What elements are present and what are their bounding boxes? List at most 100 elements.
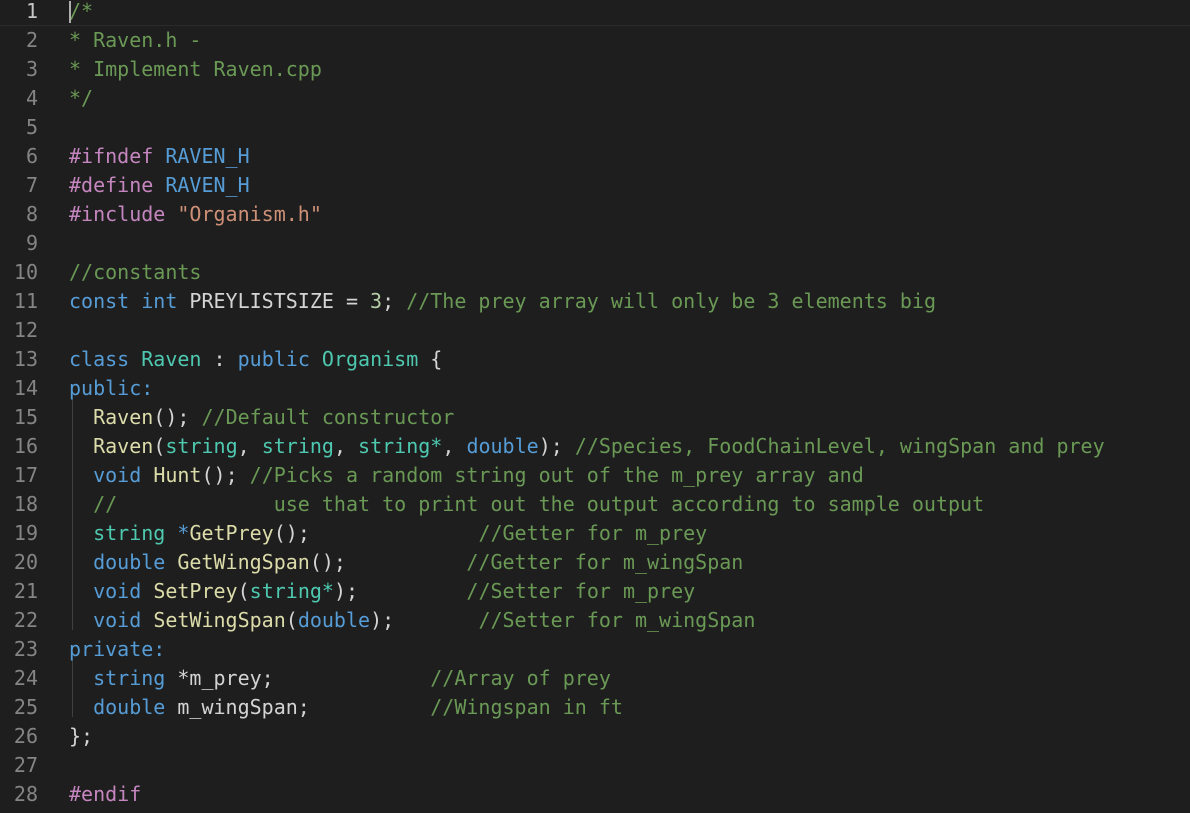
- line-number: 7: [25, 173, 38, 197]
- code-token-macro: RAVEN_H: [165, 144, 250, 168]
- code-line[interactable]: 14 public:: [0, 374, 1190, 403]
- code-token-comment: //Setter for m_wingSpan: [478, 608, 756, 632]
- line-number: 5: [25, 115, 38, 139]
- code-token-plain: PREYLISTSIZE =: [177, 289, 371, 313]
- code-text: /*: [69, 0, 93, 26]
- code-token-comment: */: [69, 86, 94, 110]
- code-token-number: 3: [370, 289, 383, 313]
- code-token-plain: *m_prey;: [165, 666, 431, 690]
- code-line[interactable]: 21 void SetPrey(string*); //Setter for m…: [0, 577, 1190, 606]
- code-text: Raven(); //Default constructor: [69, 403, 454, 432]
- code-line[interactable]: 9: [0, 229, 1190, 258]
- code-text: const int PREYLISTSIZE = 3; //The prey a…: [69, 287, 936, 316]
- line-number: 23: [13, 637, 38, 661]
- code-line[interactable]: 11 const int PREYLISTSIZE = 3; //The prey…: [0, 287, 1190, 316]
- code-token-plain: ();: [273, 521, 479, 545]
- text-cursor: [69, 1, 71, 23]
- code-token-plain: );: [333, 579, 467, 603]
- code-text: // use that to print out the output acco…: [69, 490, 984, 519]
- code-token-comment: //The prey array will only be 3 elements…: [406, 289, 936, 313]
- code-line[interactable]: 2 * Raven.h -: [0, 26, 1190, 55]
- code-line[interactable]: 12: [0, 316, 1190, 345]
- code-token-comment: //constants: [69, 260, 202, 284]
- code-text: string *GetPrey(); //Getter for m_prey: [69, 519, 707, 548]
- code-token-plain: );: [370, 608, 479, 632]
- line-number: 12: [13, 318, 38, 342]
- code-token-keyword: void: [93, 579, 142, 603]
- line-number: 26: [13, 724, 38, 748]
- code-text: void Hunt(); //Picks a random string out…: [69, 461, 864, 490]
- code-token-plain: ();: [153, 405, 202, 429]
- code-line[interactable]: 4 */: [0, 84, 1190, 113]
- code-line[interactable]: 25 double m_wingSpan; //Wingspan in ft: [0, 693, 1190, 722]
- code-editor[interactable]: 1/* 2 * Raven.h -3 * Implement Raven.cpp 4 */…: [0, 0, 1190, 813]
- code-token-keyword: double: [466, 434, 539, 458]
- line-number: 27: [13, 753, 38, 777]
- code-token-comment: //Setter for m_prey: [466, 579, 696, 603]
- code-line[interactable]: 26};: [0, 722, 1190, 751]
- code-token-comment: // use that to print out the output acco…: [93, 492, 985, 516]
- line-number: 13: [13, 347, 38, 371]
- code-text: //constants: [69, 258, 201, 287]
- code-line[interactable]: 16 Raven(string, string, string*, double…: [0, 432, 1190, 461]
- code-token-keyword: string: [93, 666, 166, 690]
- code-line[interactable]: 27: [0, 751, 1190, 780]
- code-line[interactable]: 22 void SetWingSpan(double); //Setter fo…: [0, 606, 1190, 635]
- line-number: 28: [13, 782, 38, 806]
- code-line[interactable]: 8 #include "Organism.h": [0, 200, 1190, 229]
- code-token-plain: {: [418, 347, 443, 371]
- code-line[interactable]: 15 Raven(); //Default constructor: [0, 403, 1190, 432]
- code-line[interactable]: 13 class Raven : public Organism {: [0, 345, 1190, 374]
- code-line[interactable]: 7 #define RAVEN_H: [0, 171, 1190, 200]
- code-token-preproc: #endif: [69, 782, 142, 806]
- line-number: 24: [13, 666, 38, 690]
- code-line[interactable]: 18 // use that to print out the output a…: [0, 490, 1190, 519]
- code-token-plain: :: [201, 347, 238, 371]
- code-token-func: Raven: [93, 405, 154, 429]
- code-token-keyword: class: [69, 347, 130, 371]
- code-line[interactable]: 28 #endif: [0, 780, 1190, 809]
- code-text: void SetPrey(string*); //Setter for m_pr…: [69, 577, 695, 606]
- line-number: 10: [13, 260, 38, 284]
- code-line[interactable]: 3 * Implement Raven.cpp: [0, 55, 1190, 84]
- code-line[interactable]: 20 double GetWingSpan(); //Getter for m_…: [0, 548, 1190, 577]
- code-line[interactable]: 23 private:: [0, 635, 1190, 664]
- code-token-preproc: #include: [69, 202, 166, 226]
- code-token-plain: ;: [382, 289, 407, 313]
- line-number: 2: [25, 28, 38, 52]
- code-line[interactable]: 29: [0, 809, 1190, 813]
- code-token-func: GetPrey: [189, 521, 274, 545]
- code-line[interactable]: 10 //constants: [0, 258, 1190, 287]
- code-token-type: string: [93, 521, 166, 545]
- code-token-keyword: *: [165, 521, 190, 545]
- code-line[interactable]: 5: [0, 113, 1190, 142]
- code-text: };: [69, 722, 93, 751]
- code-line[interactable]: 6 #ifndef RAVEN_H: [0, 142, 1190, 171]
- code-line[interactable]: 17 void Hunt(); //Picks a random string …: [0, 461, 1190, 490]
- code-text: Raven(string, string, string*, double); …: [69, 432, 1105, 461]
- line-number: 4: [25, 86, 38, 110]
- code-text: * Implement Raven.cpp: [69, 55, 322, 84]
- code-token-comment: //Picks a random string out of the m_pre…: [249, 463, 864, 487]
- code-token-func: Hunt: [153, 463, 202, 487]
- code-line[interactable]: 1 /*: [0, 0, 1190, 26]
- code-text: private:: [69, 635, 165, 664]
- code-token-plain: ,: [237, 434, 262, 458]
- code-token-keyword: double: [93, 695, 166, 719]
- code-token-keyword: private:: [69, 637, 166, 661]
- line-number: 15: [13, 405, 38, 429]
- line-number: 22: [13, 608, 38, 632]
- code-token-string: "Organism.h": [177, 202, 322, 226]
- code-line[interactable]: 24 string *m_prey; //Array of prey: [0, 664, 1190, 693]
- code-text: * Raven.h -: [69, 26, 201, 55]
- code-token-type: string*: [358, 434, 443, 458]
- code-text: class Raven : public Organism {: [69, 345, 442, 374]
- code-line[interactable]: 19 string *GetPrey(); //Getter for m_pre…: [0, 519, 1190, 548]
